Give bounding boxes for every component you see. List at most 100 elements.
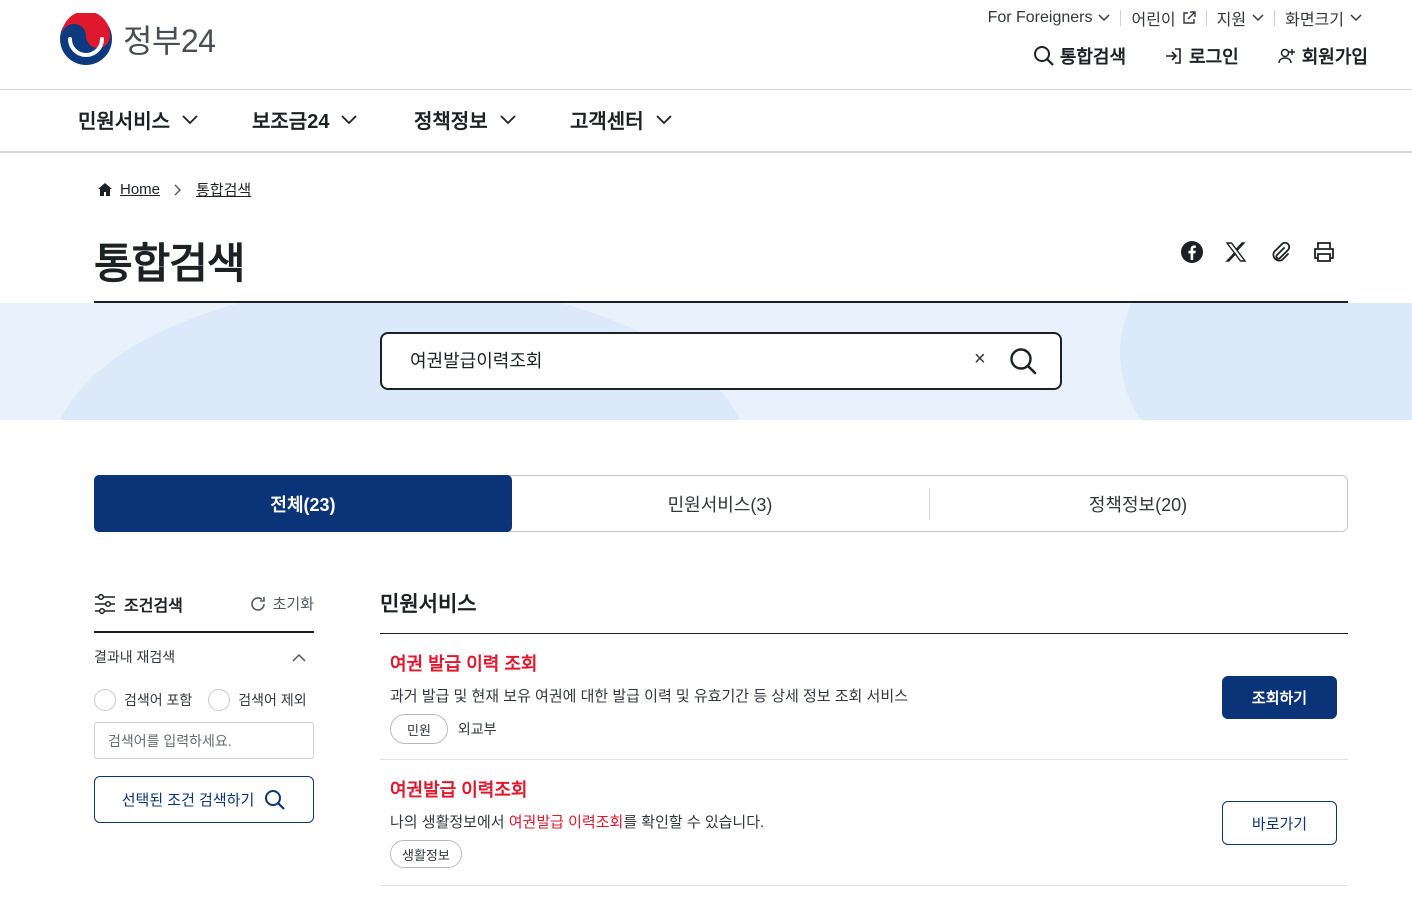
integrated-search-link[interactable]: 통합검색 <box>1033 43 1126 69</box>
main-navigation: 민원서비스 보조금24 정책정보 고객센터 <box>0 90 1412 153</box>
signup-link[interactable]: 회원가입 <box>1277 43 1368 69</box>
support-menu[interactable]: 지원 <box>1207 6 1274 30</box>
chevron-right-icon <box>174 184 182 195</box>
facebook-icon[interactable] <box>1180 240 1204 264</box>
nav-policy[interactable]: 정책정보 <box>414 105 516 134</box>
screen-size-menu[interactable]: 화면크기 <box>1275 6 1372 30</box>
share-tools <box>1180 240 1336 264</box>
login-label: 로그인 <box>1189 47 1239 67</box>
nav-label: 고객센터 <box>570 111 644 133</box>
result-title[interactable]: 여권발급 이력조회 <box>390 776 1338 802</box>
section-title: 민원서비스 <box>380 588 1348 634</box>
chevron-down-icon <box>499 114 516 124</box>
keyword-options: 검색어 포함 검색어 제외 <box>94 689 314 711</box>
result-meta: 생활정보 <box>390 840 1338 868</box>
search-icon[interactable] <box>1008 346 1038 376</box>
radio-circle <box>94 689 116 711</box>
filter-header: 조건검색 초기화 <box>94 588 314 633</box>
nav-label: 정책정보 <box>414 111 488 133</box>
organization-label: 외교부 <box>457 721 497 737</box>
header-actions: 통합검색 로그인 회원가입 <box>1033 43 1368 69</box>
radio-circle <box>208 689 231 711</box>
external-link-icon <box>1182 11 1196 24</box>
result-meta: 민원 외교부 <box>390 714 1338 744</box>
tab-all[interactable]: 전체(23) <box>94 475 512 532</box>
x-twitter-icon[interactable] <box>1224 240 1248 264</box>
filter-sliders-icon <box>95 593 115 614</box>
search-input[interactable] <box>408 348 948 371</box>
tab-policy-info[interactable]: 정책정보(20) <box>929 476 1347 531</box>
result-description: 나의 생활정보에서 여권발급 이력조회를 확인할 수 있습니다. <box>390 811 1338 832</box>
signup-label: 회원가입 <box>1301 47 1368 67</box>
refine-keyword-input[interactable] <box>94 722 314 759</box>
result-item: 여권 발급 이력 조회 과거 발급 및 현재 보유 여권에 대한 발급 이력 및… <box>380 634 1348 760</box>
apply-filter-button[interactable]: 선택된 조건 검색하기 <box>94 776 314 823</box>
breadcrumb-home[interactable]: Home <box>120 181 160 198</box>
nav-customer-center[interactable]: 고객센터 <box>570 105 672 134</box>
print-icon[interactable] <box>1312 240 1336 264</box>
result-description: 과거 발급 및 현재 보유 여권에 대한 발급 이력 및 유효기간 등 상세 정… <box>390 688 908 705</box>
breadcrumb-current[interactable]: 통합검색 <box>196 179 251 200</box>
apply-filter-label: 선택된 조건 검색하기 <box>121 792 255 809</box>
foreigners-label: For Foreigners <box>987 9 1093 26</box>
login-link[interactable]: 로그인 <box>1164 43 1239 69</box>
page-title: 통합검색 <box>94 240 246 287</box>
nav-civil-services[interactable]: 민원서비스 <box>78 105 198 134</box>
radio-label: 검색어 포함 <box>124 692 193 708</box>
site-header: 정부24 For Foreigners 어린이 지원 화면크기 통합검색 로그인… <box>0 0 1412 90</box>
link-clip-icon[interactable] <box>1268 240 1292 264</box>
chevron-up-icon <box>292 653 306 662</box>
utility-menu: For Foreigners 어린이 지원 화면크기 <box>978 6 1372 30</box>
chevron-down-icon <box>1098 14 1111 22</box>
foreigners-menu[interactable]: For Foreigners <box>978 9 1121 27</box>
refresh-icon <box>250 596 265 611</box>
desc-text: 를 확인할 수 있습니다. <box>623 814 765 831</box>
category-chip: 민원 <box>390 714 448 744</box>
chevron-down-icon <box>1350 14 1362 22</box>
breadcrumb: Home 통합검색 <box>98 179 251 200</box>
chevron-down-icon <box>341 114 358 124</box>
home-icon <box>98 183 112 196</box>
inquiry-button[interactable]: 조회하기 <box>1222 676 1337 719</box>
nav-label: 민원서비스 <box>78 111 170 133</box>
reset-label: 초기화 <box>272 596 314 613</box>
go-button[interactable]: 바로가기 <box>1222 801 1337 845</box>
logo-text: 정부24 <box>123 23 216 59</box>
filter-title: 조건검색 <box>94 592 183 616</box>
radio-label: 검색어 제외 <box>238 692 307 708</box>
decorative-shape <box>1120 303 1412 420</box>
search-icon <box>1033 46 1054 66</box>
tab-civil-services[interactable]: 민원서비스(3) <box>511 476 929 531</box>
result-title[interactable]: 여권 발급 이력 조회 <box>390 650 1338 676</box>
filter-sidebar: 조건검색 초기화 결과내 재검색 검색어 포함 검색어 제외 선택된 조건 검색… <box>94 588 314 823</box>
include-keyword-radio[interactable]: 검색어 포함 <box>94 689 192 711</box>
filter-title-label: 조건검색 <box>124 597 183 615</box>
chevron-down-icon <box>1252 14 1264 22</box>
taegeuk-logo-icon <box>60 13 112 65</box>
kids-link[interactable]: 어린이 <box>1121 6 1205 30</box>
chevron-down-icon <box>655 114 672 124</box>
search-box: × <box>380 332 1062 390</box>
login-icon <box>1166 48 1181 64</box>
exclude-keyword-radio[interactable]: 검색어 제외 <box>208 689 307 711</box>
nav-label: 보조금24 <box>252 111 330 133</box>
clear-icon[interactable]: × <box>974 348 986 371</box>
nav-subsidy[interactable]: 보조금24 <box>252 105 358 134</box>
desc-text: 나의 생활정보에서 <box>390 814 509 831</box>
user-add-icon <box>1278 48 1295 64</box>
search-results: 민원서비스 여권 발급 이력 조회 과거 발급 및 현재 보유 여권에 대한 발… <box>380 588 1348 886</box>
screen-size-label: 화면크기 <box>1285 12 1344 29</box>
kids-label: 어린이 <box>1131 12 1176 29</box>
result-item: 여권발급 이력조회 나의 생활정보에서 여권발급 이력조회를 확인할 수 있습니… <box>380 760 1348 886</box>
reset-button[interactable]: 초기화 <box>249 593 314 614</box>
refine-title: 결과내 재검색 <box>94 649 176 665</box>
support-label: 지원 <box>1216 12 1247 29</box>
integrated-search-label: 통합검색 <box>1059 47 1127 67</box>
site-logo[interactable]: 정부24 <box>60 13 216 65</box>
search-icon <box>265 789 286 810</box>
chevron-down-icon <box>182 114 198 124</box>
refine-search-toggle[interactable]: 결과내 재검색 <box>94 647 314 667</box>
desc-highlight: 여권발급 이력조회 <box>508 814 624 831</box>
result-tabs: 전체(23) 민원서비스(3) 정책정보(20) <box>94 475 1348 532</box>
category-chip: 생활정보 <box>390 840 462 868</box>
